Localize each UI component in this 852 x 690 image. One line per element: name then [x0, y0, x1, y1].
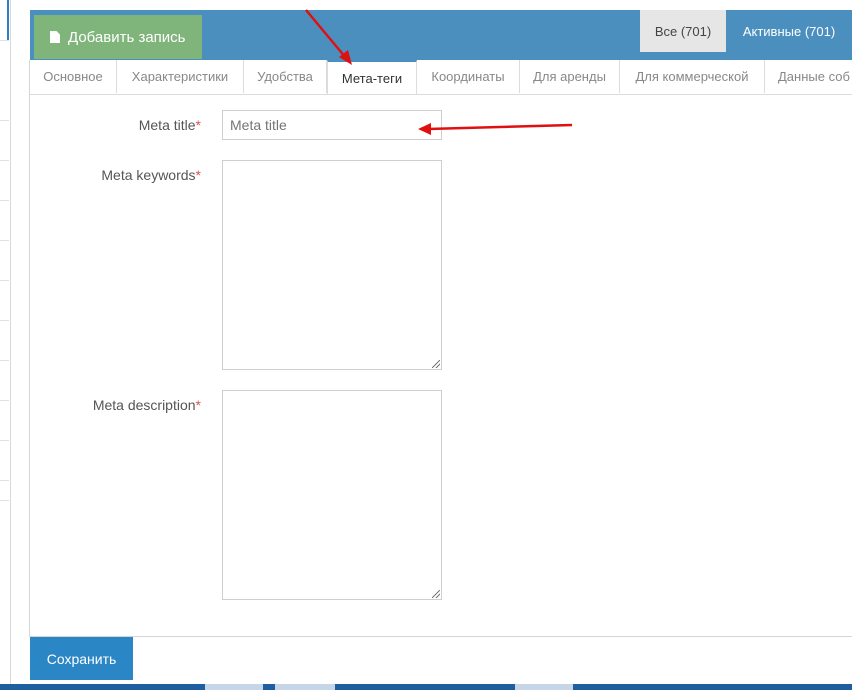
annotation-arrows: [305, 9, 573, 135]
annotation-arrow-input: [418, 123, 573, 135]
annotation-arrow-tab: [305, 9, 352, 65]
